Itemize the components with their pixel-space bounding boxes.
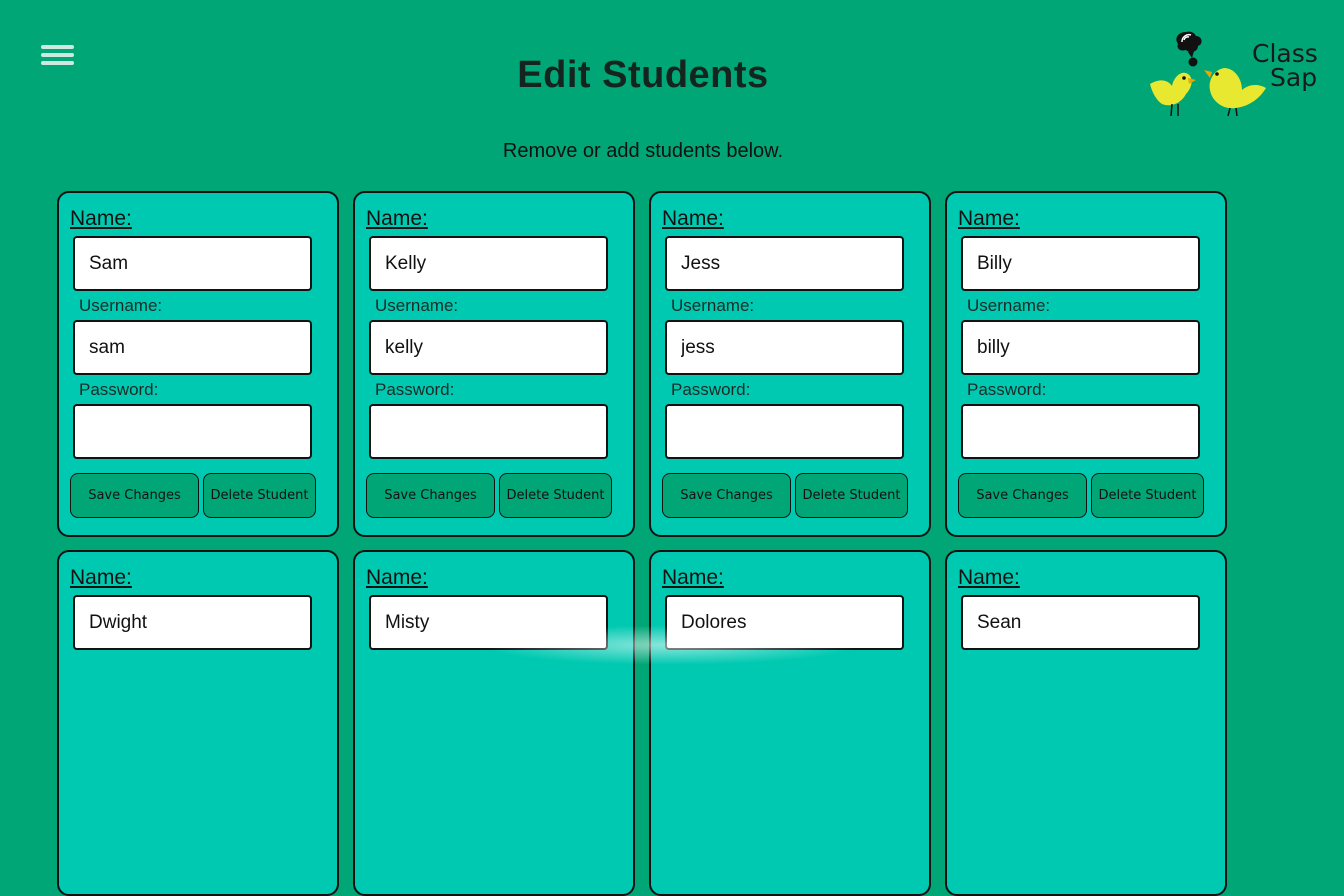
password-input[interactable] [961, 404, 1200, 459]
student-card: Name: [57, 550, 339, 896]
username-input[interactable] [665, 320, 904, 375]
name-input[interactable] [665, 595, 904, 650]
save-changes-button[interactable]: Save Changes [662, 473, 791, 518]
name-label: Name: [366, 207, 428, 230]
password-label: Password: [79, 380, 159, 399]
username-input[interactable] [369, 320, 608, 375]
name-input[interactable] [665, 236, 904, 291]
logo-text: Class Sap [1252, 41, 1318, 92]
name-label: Name: [958, 566, 1020, 589]
save-changes-button[interactable]: Save Changes [70, 473, 199, 518]
student-card: Name: [649, 550, 931, 896]
username-label: Username: [79, 296, 163, 315]
student-card: Name: Username: Password: Save Changes D… [57, 191, 339, 537]
username-label: Username: [671, 296, 755, 315]
name-label: Name: [662, 566, 724, 589]
username-input[interactable] [961, 320, 1200, 375]
delete-student-button[interactable]: Delete Student [499, 473, 612, 518]
password-input[interactable] [665, 404, 904, 459]
student-card: Name: Username: Password: Save Changes D… [945, 191, 1227, 537]
menu-bar [41, 45, 74, 49]
page-title: Edit Students [517, 54, 769, 96]
page-subtitle: Remove or add students below. [502, 140, 784, 162]
username-label: Username: [967, 296, 1051, 315]
password-label: Password: [375, 380, 455, 399]
student-card: Name: Username: Password: Save Changes D… [649, 191, 931, 537]
name-label: Name: [366, 566, 428, 589]
username-label: Username: [375, 296, 459, 315]
password-input[interactable] [369, 404, 608, 459]
delete-student-button[interactable]: Delete Student [203, 473, 316, 518]
password-label: Password: [967, 380, 1047, 399]
name-input[interactable] [73, 595, 312, 650]
name-input[interactable] [73, 236, 312, 291]
name-label: Name: [958, 207, 1020, 230]
name-label: Name: [70, 207, 132, 230]
name-input[interactable] [369, 236, 608, 291]
name-label: Name: [70, 566, 132, 589]
name-input[interactable] [369, 595, 608, 650]
delete-student-button[interactable]: Delete Student [795, 473, 908, 518]
name-label: Name: [662, 207, 724, 230]
student-card: Name: [945, 550, 1227, 896]
username-input[interactable] [73, 320, 312, 375]
password-input[interactable] [73, 404, 312, 459]
password-label: Password: [671, 380, 751, 399]
save-changes-button[interactable]: Save Changes [366, 473, 495, 518]
student-card: Name: Username: Password: Save Changes D… [353, 191, 635, 537]
name-input[interactable] [961, 595, 1200, 650]
student-card: Name: [353, 550, 635, 896]
save-changes-button[interactable]: Save Changes [958, 473, 1087, 518]
delete-student-button[interactable]: Delete Student [1091, 473, 1204, 518]
logo-text-line2: Sap [1270, 63, 1318, 92]
name-input[interactable] [961, 236, 1200, 291]
